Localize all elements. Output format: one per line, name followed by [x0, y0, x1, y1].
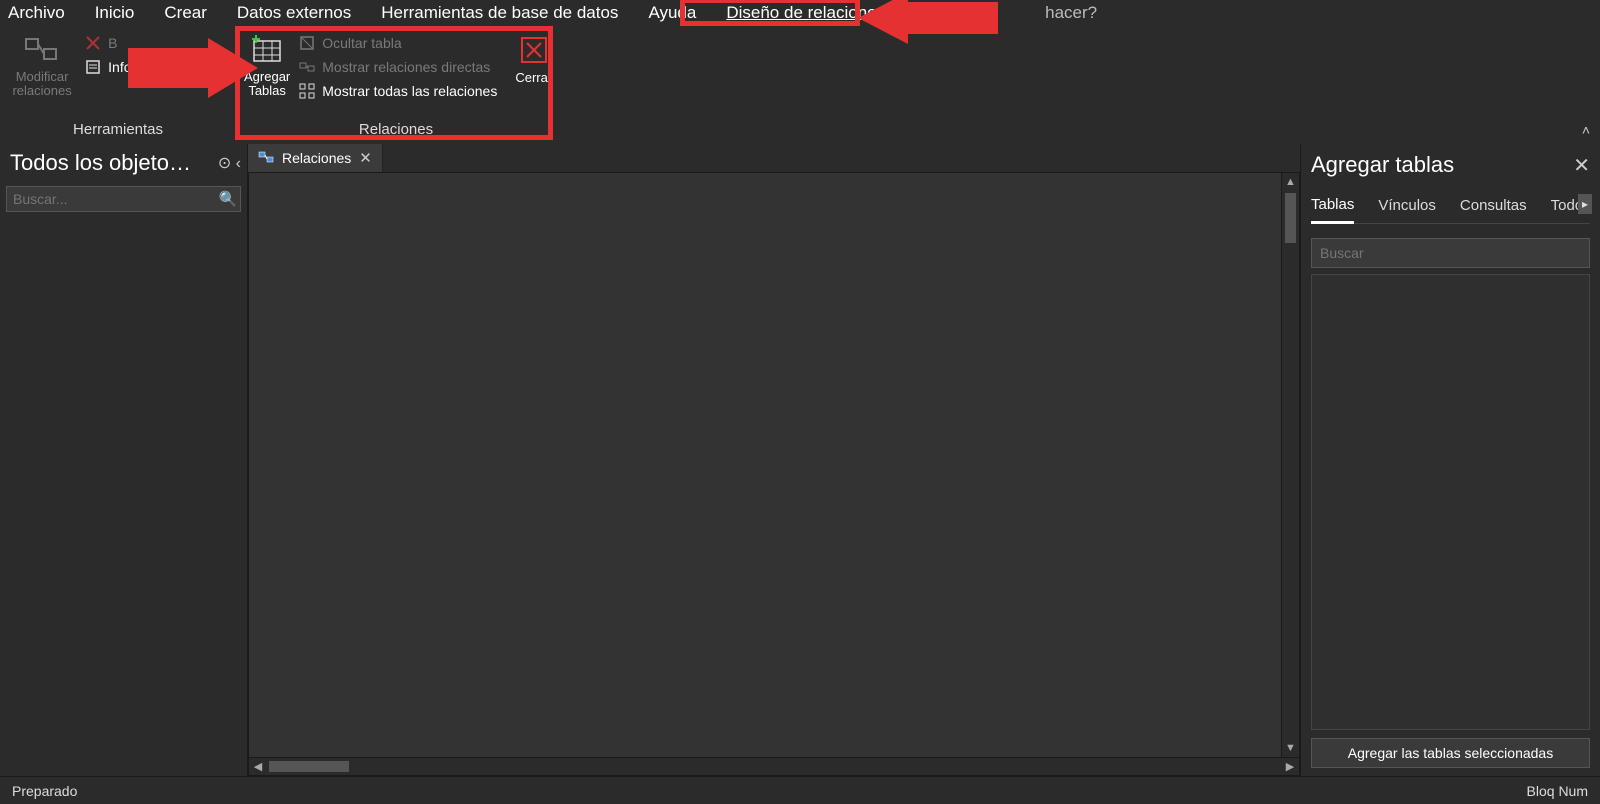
- hide-table-button: Ocultar tabla: [298, 34, 497, 52]
- scroll-right-icon[interactable]: ▶: [1281, 758, 1299, 775]
- ribbon-group-tools: Modificar relaciones B Informe de relaci…: [0, 26, 236, 144]
- relations-canvas[interactable]: ▲ ▼ ◀ ▶: [248, 172, 1300, 776]
- show-direct-relations-button: Mostrar relaciones directas: [298, 58, 497, 76]
- close-pane-icon[interactable]: ✕: [1573, 153, 1590, 178]
- doc-tabs: Relaciones ✕: [248, 144, 1300, 172]
- add-tables-pane: Agregar tablas ✕ Tablas Vínculos Consult…: [1300, 144, 1600, 776]
- add-tables-label: Agregar Tablas: [244, 70, 290, 99]
- clear-layout-label: B: [108, 35, 117, 51]
- show-all-relations-label: Mostrar todas las relaciones: [322, 83, 497, 99]
- menu-diseno-relaciones[interactable]: Diseño de relaciones: [726, 3, 885, 23]
- search-icon[interactable]: 🔍: [216, 190, 240, 208]
- status-left: Preparado: [12, 783, 77, 799]
- add-tables-list[interactable]: [1311, 274, 1590, 730]
- menu-crear[interactable]: Crear: [164, 3, 207, 23]
- tab-vinculos[interactable]: Vínculos: [1378, 193, 1436, 222]
- menu-herramientas-bd[interactable]: Herramientas de base de datos: [381, 3, 618, 23]
- show-direct-relations-label: Mostrar relaciones directas: [322, 59, 490, 75]
- tab-tablas[interactable]: Tablas: [1311, 192, 1354, 224]
- ribbon-group-tools-title: Herramientas: [8, 119, 228, 142]
- nav-search-input[interactable]: [7, 187, 216, 211]
- modify-relations-label: Modificar relaciones: [12, 70, 71, 99]
- doc-tab-title: Relaciones: [282, 150, 351, 166]
- menubar: Archivo Inicio Crear Datos externos Herr…: [0, 0, 1600, 26]
- add-tables-tabs: Tablas Vínculos Consultas Todo ▸: [1311, 192, 1590, 224]
- report-icon: [84, 58, 102, 76]
- menu-ayuda[interactable]: Ayuda: [648, 3, 696, 23]
- add-selected-tables-button[interactable]: Agregar las tablas seleccionadas: [1311, 738, 1590, 768]
- menu-inicio[interactable]: Inicio: [95, 3, 135, 23]
- ribbon-group-relations: Agregar Tablas Ocultar tabla Mostrar rel…: [236, 26, 556, 144]
- nav-pane-header[interactable]: Todos los objeto… ⊙ ‹: [0, 144, 247, 182]
- statusbar: Preparado Bloq Num: [0, 776, 1600, 804]
- clear-x-icon: [84, 34, 102, 52]
- nav-pane-title: Todos los objeto…: [10, 150, 191, 176]
- add-table-icon: [249, 34, 285, 66]
- ribbon-group-relations-title: Relaciones: [244, 119, 548, 142]
- clear-layout-button: B: [84, 34, 228, 52]
- add-tables-button[interactable]: Agregar Tablas: [244, 32, 290, 99]
- scroll-left-icon[interactable]: ◀: [249, 758, 267, 775]
- horizontal-scrollbar[interactable]: ◀ ▶: [249, 757, 1299, 775]
- hide-table-icon: [298, 34, 316, 52]
- relations-tab-icon: [258, 150, 274, 167]
- tab-consultas[interactable]: Consultas: [1460, 193, 1527, 222]
- direct-relations-icon: [298, 58, 316, 76]
- vertical-scrollbar[interactable]: ▲ ▼: [1281, 173, 1299, 757]
- menu-datos-externos[interactable]: Datos externos: [237, 3, 351, 23]
- ribbon: Modificar relaciones B Informe de relaci…: [0, 26, 1600, 144]
- relation-report-button[interactable]: Informe de relación: [84, 58, 228, 76]
- close-x-icon: [516, 34, 552, 66]
- relation-report-label: Informe de relación: [108, 59, 228, 75]
- close-tab-icon[interactable]: ✕: [359, 149, 372, 167]
- add-tables-search[interactable]: [1311, 238, 1590, 268]
- close-relations-button[interactable]: Cerrar: [515, 32, 552, 85]
- all-relations-icon: [298, 82, 316, 100]
- h-scroll-thumb[interactable]: [269, 761, 349, 772]
- tabs-scroll-right-icon[interactable]: ▸: [1578, 194, 1592, 214]
- v-scroll-thumb[interactable]: [1285, 193, 1296, 243]
- hide-table-label: Ocultar tabla: [322, 35, 401, 51]
- menu-archivo[interactable]: Archivo: [8, 3, 65, 23]
- nav-search[interactable]: 🔍: [6, 186, 241, 212]
- doc-tab-relaciones[interactable]: Relaciones ✕: [248, 144, 383, 172]
- add-tables-search-input[interactable]: [1312, 239, 1589, 267]
- status-right: Bloq Num: [1527, 783, 1588, 799]
- modify-relations-button: Modificar relaciones: [8, 32, 76, 99]
- add-tables-title: Agregar tablas: [1311, 152, 1454, 178]
- workspace: Todos los objeto… ⊙ ‹ 🔍 Relaciones ✕ ▲ ▼: [0, 144, 1600, 776]
- scroll-up-icon[interactable]: ▲: [1282, 173, 1299, 191]
- show-all-relations-button[interactable]: Mostrar todas las relaciones: [298, 82, 497, 100]
- scroll-down-icon[interactable]: ▼: [1282, 739, 1299, 757]
- close-relations-label: Cerrar: [515, 70, 552, 85]
- relations-icon: [24, 34, 60, 66]
- collapse-ribbon-button[interactable]: ˄: [1582, 122, 1590, 138]
- navigation-pane: Todos los objeto… ⊙ ‹ 🔍: [0, 144, 248, 776]
- document-area: Relaciones ✕ ▲ ▼ ◀ ▶: [248, 144, 1300, 776]
- tell-me-text[interactable]: hacer?: [1045, 3, 1097, 23]
- nav-pane-dropdown-icon[interactable]: ⊙ ‹: [218, 153, 241, 173]
